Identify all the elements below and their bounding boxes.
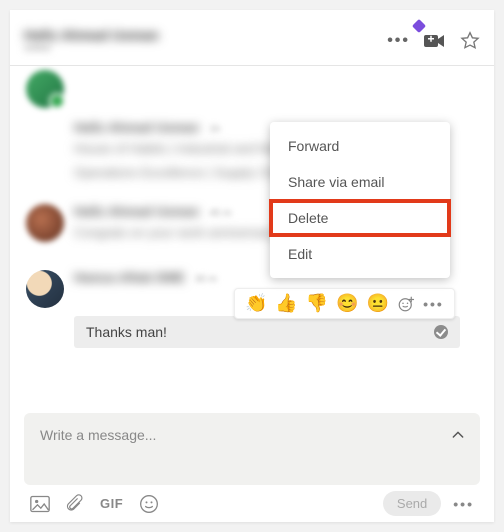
emoji-icon[interactable] — [139, 494, 159, 514]
gif-button[interactable]: GIF — [100, 496, 123, 511]
message-post — [26, 70, 464, 110]
read-receipt-icon — [434, 325, 448, 339]
chat-subtitle: online — [24, 43, 387, 54]
send-button[interactable]: Send — [383, 491, 441, 516]
ctx-edit[interactable]: Edit — [270, 236, 450, 272]
video-call-icon[interactable] — [424, 33, 446, 49]
composer-more-icon[interactable]: ••• — [453, 496, 474, 512]
chat-header: Hafiz Ahmad Usman online ••• — [10, 10, 494, 66]
attachment-icon[interactable] — [66, 494, 84, 514]
avatar — [26, 270, 64, 308]
message-input[interactable]: Write a message... — [24, 413, 480, 485]
post-time: 45 m — [209, 208, 231, 219]
reaction-thumbs-up-icon[interactable]: 👍 — [275, 293, 297, 314]
chat-title: Hafiz Ahmad Usman — [24, 27, 387, 43]
ctx-forward[interactable]: Forward — [270, 128, 450, 164]
author-name: Hamza Aftab DME — [74, 270, 185, 285]
ctx-share-via-email[interactable]: Share via email — [270, 164, 450, 200]
reaction-more-icon[interactable]: ••• — [423, 296, 444, 312]
composer: Write a message... GIF — [10, 403, 494, 522]
avatar — [26, 70, 64, 108]
message-input-placeholder: Write a message... — [40, 427, 156, 443]
author-name: Hafiz Ahmad Usman — [74, 204, 199, 219]
image-icon[interactable] — [30, 495, 50, 513]
avatar — [26, 204, 64, 242]
star-icon[interactable] — [460, 31, 480, 51]
post-time: 1h — [209, 124, 220, 135]
reaction-clap-icon[interactable]: 👏 — [245, 293, 267, 314]
message-bubble[interactable]: Thanks man! — [74, 316, 460, 348]
message-text: Thanks man! — [86, 324, 167, 340]
reaction-thumbs-down-icon[interactable]: 👎 — [306, 293, 328, 314]
reaction-bar: 👏 👍 👎 😊 😐 ••• — [234, 288, 455, 319]
message-thread: Hafiz Ahmad Usman 1h House of Habits | I… — [10, 66, 494, 403]
ctx-delete[interactable]: Delete — [270, 200, 450, 236]
reaction-smile-icon[interactable]: 😊 — [336, 293, 358, 314]
reaction-add-icon[interactable] — [397, 295, 415, 313]
author-name: Hafiz Ahmad Usman — [74, 120, 199, 135]
reaction-neutral-icon[interactable]: 😐 — [367, 293, 389, 314]
expand-composer-icon[interactable] — [450, 427, 466, 443]
more-options-icon[interactable]: ••• — [387, 32, 410, 50]
post-time: 30 m — [195, 274, 217, 285]
message-context-menu: Forward Share via email Delete Edit — [270, 122, 450, 278]
